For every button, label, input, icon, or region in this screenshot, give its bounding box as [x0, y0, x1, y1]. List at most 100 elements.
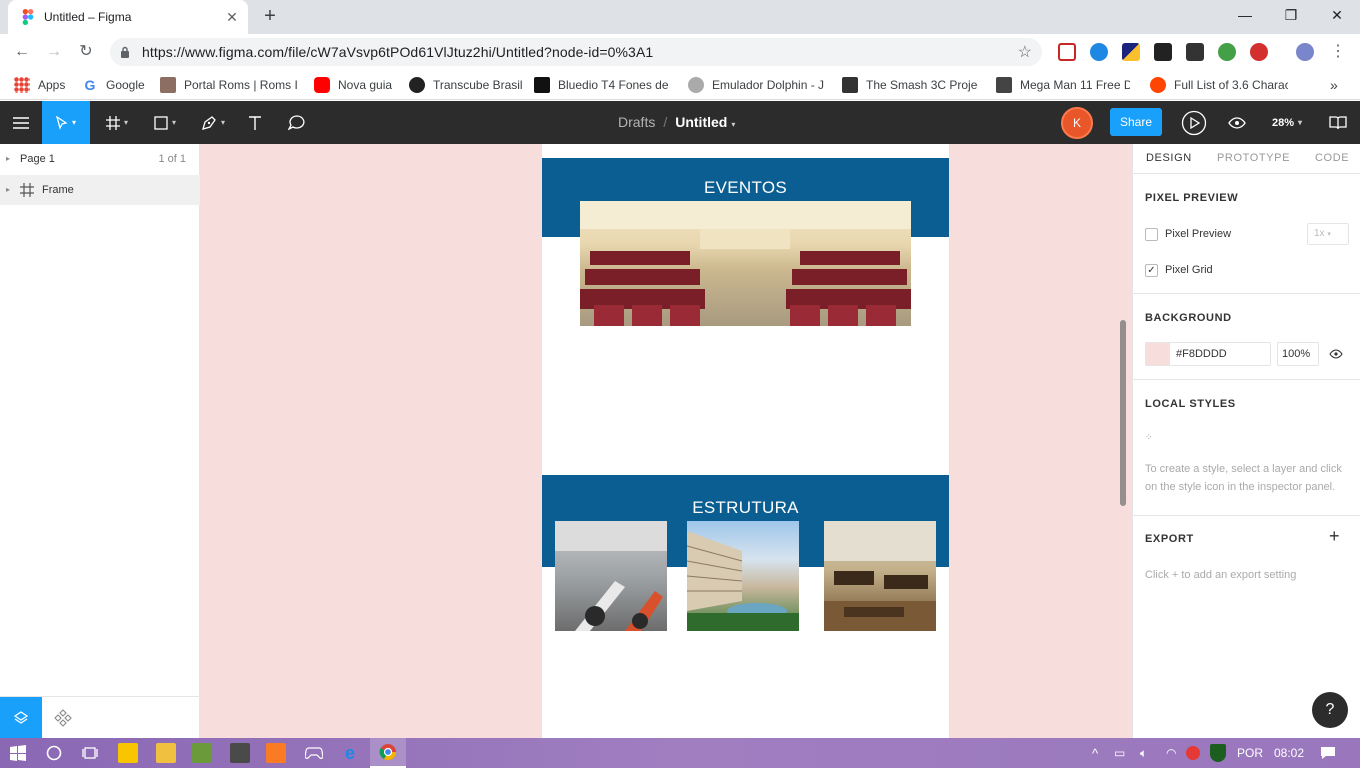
- layers-tab[interactable]: [0, 697, 42, 739]
- minimize-button[interactable]: —: [1222, 0, 1268, 30]
- restore-button[interactable]: ❐: [1268, 0, 1314, 30]
- browser-tab[interactable]: Untitled – Figma ✕: [8, 0, 248, 34]
- resources-button[interactable]: [1320, 101, 1356, 144]
- layer-frame[interactable]: ▸ Frame: [0, 175, 200, 205]
- layer-expand-icon[interactable]: ▸: [6, 185, 10, 194]
- bookmark-nova-guia[interactable]: Nova guia: [314, 76, 396, 94]
- tray-chevron-icon[interactable]: ^: [1092, 746, 1098, 761]
- frame-tool-button[interactable]: ▾: [96, 101, 138, 144]
- file-explorer-icon[interactable]: [156, 743, 176, 763]
- page-expand-icon[interactable]: ▸: [6, 154, 10, 163]
- xampp-icon[interactable]: [266, 743, 286, 763]
- sublime-text-icon[interactable]: [230, 743, 250, 763]
- background-swatch[interactable]: [1146, 343, 1170, 365]
- view-settings-button[interactable]: [1222, 101, 1252, 144]
- address-bar[interactable]: https://www.figma.com/file/cW7aVsvp6tPOd…: [110, 38, 1042, 66]
- gamepad-icon[interactable]: [304, 743, 324, 763]
- extension-mario-icon[interactable]: [1250, 43, 1268, 61]
- battery-icon[interactable]: ▭: [1114, 746, 1125, 760]
- user-avatar[interactable]: K: [1061, 107, 1093, 139]
- extension-globe-icon[interactable]: [1218, 43, 1236, 61]
- extension-flag-icon[interactable]: [1122, 43, 1140, 61]
- chrome-taskbar-button[interactable]: [370, 738, 406, 768]
- bookmarks-overflow-icon[interactable]: »: [1330, 76, 1346, 94]
- browser-menu-icon[interactable]: ⋮: [1326, 40, 1350, 64]
- extension-sm-icon[interactable]: [1186, 43, 1204, 61]
- bookmarks-bar: Apps G Google Portal Roms | Roms Is Nova…: [0, 70, 1360, 100]
- background-visibility-eye-icon[interactable]: [1329, 349, 1343, 359]
- tab-close-icon[interactable]: ✕: [222, 9, 242, 26]
- bookmark-apps[interactable]: Apps: [14, 76, 76, 94]
- background-opacity-field[interactable]: 100%: [1277, 342, 1319, 366]
- back-button[interactable]: ←: [10, 40, 34, 64]
- main-menu-icon[interactable]: [0, 101, 42, 144]
- network-icon[interactable]: ◠: [1166, 746, 1176, 760]
- game-app-icon[interactable]: [192, 743, 212, 763]
- task-view-icon[interactable]: [80, 743, 100, 763]
- components-tab[interactable]: [42, 697, 84, 739]
- pen-tool-button[interactable]: ▾: [192, 101, 234, 144]
- lock-icon: [121, 46, 129, 58]
- move-tool-button[interactable]: ▾: [42, 101, 90, 144]
- profile-avatar-icon[interactable]: [1296, 43, 1314, 61]
- pixel-preview-scale-select[interactable]: 1x ▾: [1307, 223, 1349, 245]
- canvas[interactable]: EVENTOS ESTRUTURA: [200, 144, 1132, 738]
- volume-icon[interactable]: 🔈︎: [1140, 746, 1147, 761]
- design-frame[interactable]: EVENTOS ESTRUTURA: [542, 144, 949, 738]
- bookmark-bluedio[interactable]: Bluedio T4 Fones de: [534, 76, 670, 94]
- breadcrumb-drafts[interactable]: Drafts: [618, 114, 655, 130]
- clock[interactable]: 08:02: [1274, 746, 1304, 760]
- bookmark-transcube[interactable]: Transcube Brasil: [409, 76, 523, 94]
- extension-gear-icon[interactable]: [1090, 43, 1108, 61]
- tab-prototype[interactable]: PROTOTYPE: [1217, 152, 1290, 164]
- bookmark-google[interactable]: G Google: [82, 76, 150, 94]
- bookmark-portal-roms[interactable]: Portal Roms | Roms Is: [160, 76, 298, 94]
- present-button[interactable]: [1178, 101, 1210, 144]
- help-button[interactable]: ?: [1312, 692, 1348, 728]
- new-tab-button[interactable]: +: [258, 5, 282, 29]
- defender-shield-icon[interactable]: [1210, 744, 1226, 762]
- tray-app-icon[interactable]: [1186, 746, 1200, 760]
- layers-icon: [13, 711, 29, 724]
- background-hex: #F8DDDD: [1176, 348, 1227, 360]
- reload-button[interactable]: ↻: [74, 40, 98, 64]
- canvas-scrollbar[interactable]: [1120, 320, 1126, 506]
- cortana-search-icon[interactable]: [44, 743, 64, 763]
- bookmark-dolphin[interactable]: Emulador Dolphin - J: [688, 76, 824, 94]
- hotel-pool-image: [687, 521, 799, 631]
- export-section: EXPORT + Click + to add an export settin…: [1133, 516, 1360, 596]
- windows-start-icon[interactable]: [8, 743, 28, 763]
- add-export-plus-icon[interactable]: +: [1329, 526, 1340, 547]
- pixel-preview-label: Pixel Preview: [1165, 228, 1232, 240]
- zoom-dropdown[interactable]: 28% ▾: [1264, 101, 1310, 144]
- apps-grid-icon: [14, 77, 30, 93]
- bookmark-full-list[interactable]: Full List of 3.6 Charac: [1150, 76, 1288, 94]
- share-button[interactable]: Share: [1110, 108, 1162, 136]
- tab-design[interactable]: DESIGN: [1146, 152, 1192, 164]
- sticky-notes-icon[interactable]: [118, 743, 138, 763]
- file-menu-chevron-icon[interactable]: ▾: [731, 120, 735, 129]
- bookmark-star-icon[interactable]: ☆: [1018, 42, 1032, 62]
- pixel-grid-checkbox[interactable]: ✓: [1145, 264, 1158, 277]
- close-window-button[interactable]: ✕: [1314, 0, 1360, 30]
- shape-tool-button[interactable]: ▾: [144, 101, 186, 144]
- bookmark-smash[interactable]: The Smash 3C Projec: [842, 76, 978, 94]
- bookmark-megaman[interactable]: Mega Man 11 Free D: [996, 76, 1130, 94]
- dolphin-icon: [688, 77, 704, 93]
- tab-code[interactable]: CODE: [1315, 152, 1349, 164]
- pixel-preview-checkbox[interactable]: [1145, 228, 1158, 241]
- extension-game-icon[interactable]: [1154, 43, 1172, 61]
- file-title[interactable]: Untitled: [675, 114, 727, 130]
- cursor-icon: [56, 115, 68, 130]
- forward-button[interactable]: →: [42, 40, 66, 64]
- page-name: Page 1: [20, 153, 55, 165]
- extension-pocket-icon[interactable]: [1058, 43, 1076, 61]
- background-color-field[interactable]: #F8DDDD: [1145, 342, 1271, 366]
- figma-favicon-icon: [22, 9, 34, 25]
- edge-browser-icon[interactable]: e: [340, 743, 360, 763]
- text-tool-button[interactable]: [240, 101, 270, 144]
- notifications-icon[interactable]: [1318, 743, 1338, 763]
- comment-tool-button[interactable]: [282, 101, 312, 144]
- language-indicator[interactable]: POR: [1237, 746, 1263, 760]
- page-selector[interactable]: ▸ Page 1 1 of 1: [0, 144, 200, 174]
